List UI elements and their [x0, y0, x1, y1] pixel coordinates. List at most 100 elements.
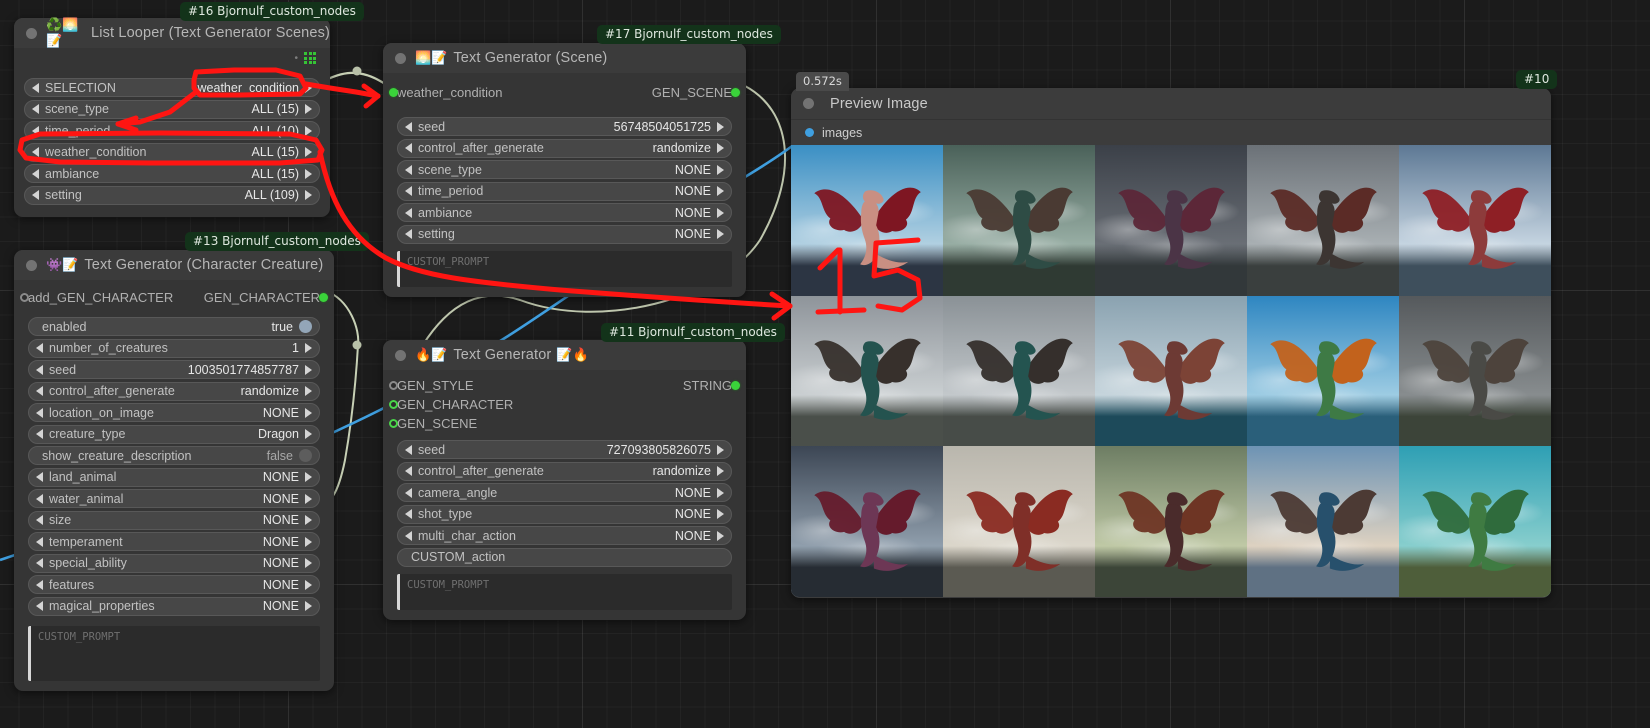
arrow-right-icon[interactable] — [717, 466, 724, 476]
arrow-right-icon[interactable] — [305, 83, 312, 93]
collapse-dot-icon[interactable] — [395, 53, 406, 64]
socket-row-gen-character[interactable]: GEN_CHARACTER — [397, 395, 732, 414]
widget-enabled[interactable]: enabled true — [28, 317, 320, 336]
input-socket-icon[interactable] — [389, 400, 398, 409]
custom-prompt-textarea-textgen[interactable]: CUSTOM_PROMPT — [397, 574, 732, 610]
arrow-right-icon[interactable] — [305, 601, 312, 611]
preview-thumbnail[interactable] — [791, 145, 943, 296]
arrow-right-icon[interactable] — [305, 408, 312, 418]
arrow-left-icon[interactable] — [32, 126, 39, 136]
arrow-right-icon[interactable] — [717, 165, 724, 175]
node-preview-image[interactable]: Preview Image images — [791, 88, 1551, 598]
socket-row-weather-condition[interactable]: weather_condition GEN_SCENE — [397, 81, 732, 103]
socket-row-images[interactable]: images — [791, 119, 1551, 145]
widget-size[interactable]: size NONE — [28, 511, 320, 530]
widget-time-period[interactable]: time_period ALL (10) — [24, 121, 320, 140]
widget-scene-type[interactable]: scene_type NONE — [397, 160, 732, 179]
input-socket-icon[interactable] — [389, 381, 398, 390]
widget-multi-char-action[interactable]: multi_char_action NONE — [397, 526, 732, 545]
input-socket-icon[interactable] — [389, 88, 398, 97]
input-socket-icon[interactable] — [805, 128, 814, 137]
preview-thumbnail[interactable] — [1095, 145, 1247, 296]
output-socket-icon[interactable] — [319, 293, 328, 302]
arrow-left-icon[interactable] — [405, 143, 412, 153]
widget-camera-angle[interactable]: camera_angle NONE — [397, 483, 732, 502]
widget-setting[interactable]: setting NONE — [397, 225, 732, 244]
node-text-generator-character-creature[interactable]: 👾📝 Text Generator (Character Creature) a… — [14, 250, 334, 691]
comfyui-canvas[interactable]: #16 Bjornulf_custom_nodes ♻️🌅📝 List Loop… — [0, 0, 1650, 728]
arrow-left-icon[interactable] — [36, 472, 43, 482]
widget-ambiance[interactable]: ambiance ALL (15) — [24, 164, 320, 183]
widget-water-animal[interactable]: water_animal NONE — [28, 489, 320, 508]
preview-thumbnail[interactable] — [1247, 145, 1399, 296]
preview-image-grid[interactable] — [791, 145, 1551, 597]
preview-thumbnail[interactable] — [1399, 296, 1551, 447]
toggle-knob-icon[interactable] — [299, 449, 312, 462]
arrow-right-icon[interactable] — [717, 122, 724, 132]
node-text-generator-scene[interactable]: 🌅📝 Text Generator (Scene) weather_condit… — [383, 43, 746, 297]
arrow-right-icon[interactable] — [305, 580, 312, 590]
preview-thumbnail[interactable] — [943, 145, 1095, 296]
arrow-left-icon[interactable] — [405, 488, 412, 498]
widget-control-after-generate[interactable]: control_after_generate randomize — [397, 139, 732, 158]
arrow-right-icon[interactable] — [305, 190, 312, 200]
arrow-left-icon[interactable] — [405, 466, 412, 476]
arrow-left-icon[interactable] — [36, 343, 43, 353]
widget-scene-type[interactable]: scene_type ALL (15) — [24, 100, 320, 119]
arrow-right-icon[interactable] — [717, 208, 724, 218]
grid-icon[interactable] — [304, 52, 316, 64]
arrow-left-icon[interactable] — [405, 531, 412, 541]
node-title-preview[interactable]: Preview Image — [791, 88, 1551, 119]
custom-prompt-textarea-creature[interactable]: CUSTOM_PROMPT — [28, 626, 320, 681]
widget-show-creature-description[interactable]: show_creature_description false — [28, 446, 320, 465]
preview-thumbnail[interactable] — [943, 296, 1095, 447]
output-socket-icon[interactable] — [731, 381, 740, 390]
arrow-left-icon[interactable] — [36, 429, 43, 439]
arrow-right-icon[interactable] — [717, 509, 724, 519]
node-list-looper[interactable]: ♻️🌅📝 List Looper (Text Generator Scenes)… — [14, 18, 330, 217]
arrow-left-icon[interactable] — [32, 147, 39, 157]
widget-land-animal[interactable]: land_animal NONE — [28, 468, 320, 487]
arrow-left-icon[interactable] — [405, 208, 412, 218]
preview-thumbnail[interactable] — [1247, 296, 1399, 447]
arrow-left-icon[interactable] — [36, 601, 43, 611]
node-title-scene[interactable]: 🌅📝 Text Generator (Scene) — [383, 43, 746, 73]
arrow-left-icon[interactable] — [405, 445, 412, 455]
widget-weather-condition[interactable]: weather_condition ALL (15) — [24, 143, 320, 162]
preview-thumbnail[interactable] — [943, 446, 1095, 597]
arrow-right-icon[interactable] — [305, 147, 312, 157]
arrow-right-icon[interactable] — [305, 558, 312, 568]
arrow-left-icon[interactable] — [36, 558, 43, 568]
collapse-dot-icon[interactable] — [26, 28, 37, 39]
widget-control-after-generate[interactable]: control_after_generate randomize — [397, 462, 732, 481]
custom-prompt-textarea-scene[interactable]: CUSTOM_PROMPT — [397, 251, 732, 287]
arrow-right-icon[interactable] — [717, 531, 724, 541]
widget-temperament[interactable]: temperament NONE — [28, 532, 320, 551]
node-text-generator[interactable]: 🔥📝 Text Generator 📝🔥 GEN_STYLE STRING GE… — [383, 340, 746, 620]
arrow-right-icon[interactable] — [717, 186, 724, 196]
widget-location-on-image[interactable]: location_on_image NONE — [28, 403, 320, 422]
arrow-left-icon[interactable] — [36, 537, 43, 547]
input-socket-icon[interactable] — [20, 293, 29, 302]
collapse-dot-icon[interactable] — [26, 260, 37, 271]
arrow-right-icon[interactable] — [717, 143, 724, 153]
widget-custom-action[interactable]: CUSTOM_action — [397, 548, 732, 567]
widget-number-of-creatures[interactable]: number_of_creatures 1 — [28, 339, 320, 358]
arrow-left-icon[interactable] — [405, 165, 412, 175]
node-title-textgen[interactable]: 🔥📝 Text Generator 📝🔥 — [383, 340, 746, 370]
arrow-left-icon[interactable] — [36, 515, 43, 525]
preview-thumbnail[interactable] — [1247, 446, 1399, 597]
arrow-right-icon[interactable] — [305, 515, 312, 525]
widget-control-after-generate[interactable]: control_after_generate randomize — [28, 382, 320, 401]
arrow-right-icon[interactable] — [717, 229, 724, 239]
arrow-left-icon[interactable] — [36, 386, 43, 396]
preview-thumbnail[interactable] — [1399, 145, 1551, 296]
widget-time-period[interactable]: time_period NONE — [397, 182, 732, 201]
arrow-right-icon[interactable] — [717, 445, 724, 455]
socket-row-gen-style[interactable]: GEN_STYLE STRING — [397, 376, 732, 395]
arrow-right-icon[interactable] — [305, 104, 312, 114]
widget-creature-type[interactable]: creature_type Dragon — [28, 425, 320, 444]
node-title-list-looper[interactable]: ♻️🌅📝 List Looper (Text Generator Scenes) — [14, 18, 330, 48]
widget-ambiance[interactable]: ambiance NONE — [397, 203, 732, 222]
socket-row-gen-scene[interactable]: GEN_SCENE — [397, 414, 732, 433]
